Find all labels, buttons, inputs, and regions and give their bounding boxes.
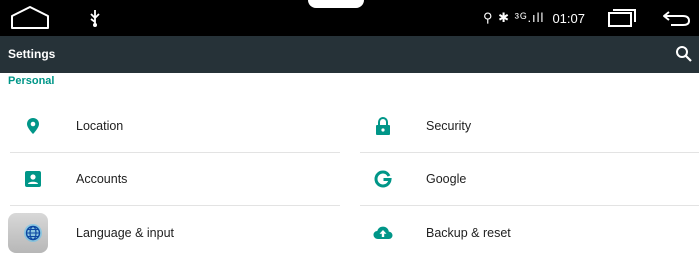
account-icon — [18, 164, 48, 194]
section-header-personal: Personal — [8, 75, 55, 87]
setting-item-label: Accounts — [76, 172, 128, 186]
usb-icon — [90, 10, 100, 27]
setting-item-accounts[interactable]: Accounts — [8, 153, 348, 205]
lock-icon — [368, 111, 398, 141]
cloud-upload-icon — [368, 218, 398, 248]
recent-apps-icon[interactable] — [607, 9, 637, 27]
setting-item-backup-reset[interactable]: Backup & reset — [358, 207, 698, 259]
location-icon — [18, 111, 48, 141]
search-icon[interactable] — [675, 45, 693, 63]
divider — [360, 205, 699, 206]
setting-item-location[interactable]: Location — [8, 100, 348, 152]
setting-item-google[interactable]: Google — [358, 153, 698, 205]
setting-item-language-input[interactable]: Language & input — [8, 207, 348, 259]
globe-icon — [18, 218, 48, 248]
notification-pull-tab[interactable] — [308, 0, 364, 8]
divider — [10, 205, 340, 206]
back-icon[interactable] — [661, 9, 691, 27]
setting-item-security[interactable]: Security — [358, 100, 698, 152]
setting-item-label: Language & input — [76, 226, 175, 240]
setting-item-label: Google — [426, 172, 467, 186]
setting-item-label: Location — [76, 119, 124, 133]
page-title: Settings — [8, 47, 56, 61]
setting-item-label: Backup & reset — [426, 226, 511, 240]
app-toolbar: Settings — [0, 36, 699, 73]
google-icon — [368, 164, 398, 194]
setting-item-label: Security — [426, 119, 472, 133]
home-icon[interactable] — [8, 4, 52, 32]
status-icons: ⚲ ✱ ³ᴳ.ıll — [483, 10, 545, 25]
clock: 01:07 — [552, 10, 585, 26]
